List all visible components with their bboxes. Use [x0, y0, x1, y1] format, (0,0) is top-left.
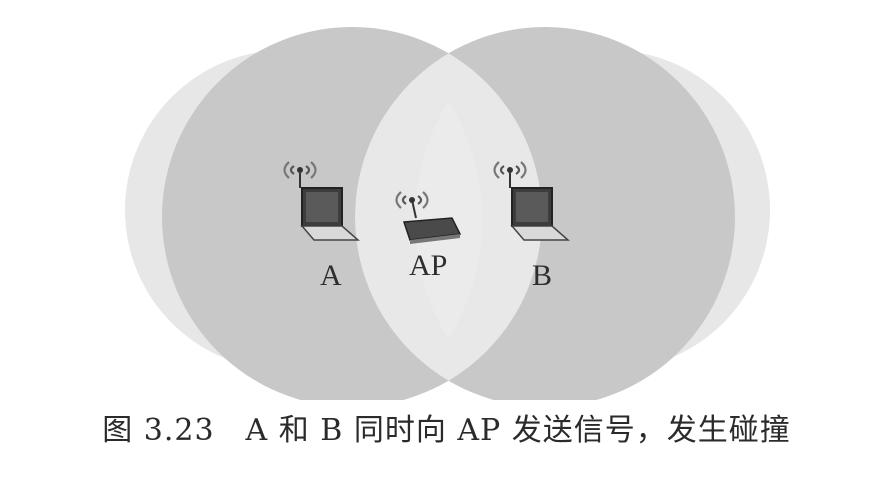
- figure-caption: 图 3.23 A 和 B 同时向 AP 发送信号，发生碰撞: [102, 413, 791, 448]
- node-label-a: A: [320, 259, 342, 292]
- node-label-ap: AP: [409, 249, 447, 282]
- coverage-diagram: A AP B: [125, 0, 770, 400]
- node-label-b: B: [532, 259, 552, 292]
- diagram-figure: A AP B 图 3.23 A 和 B 同时向 AP 发送信号，发生碰撞: [0, 0, 893, 479]
